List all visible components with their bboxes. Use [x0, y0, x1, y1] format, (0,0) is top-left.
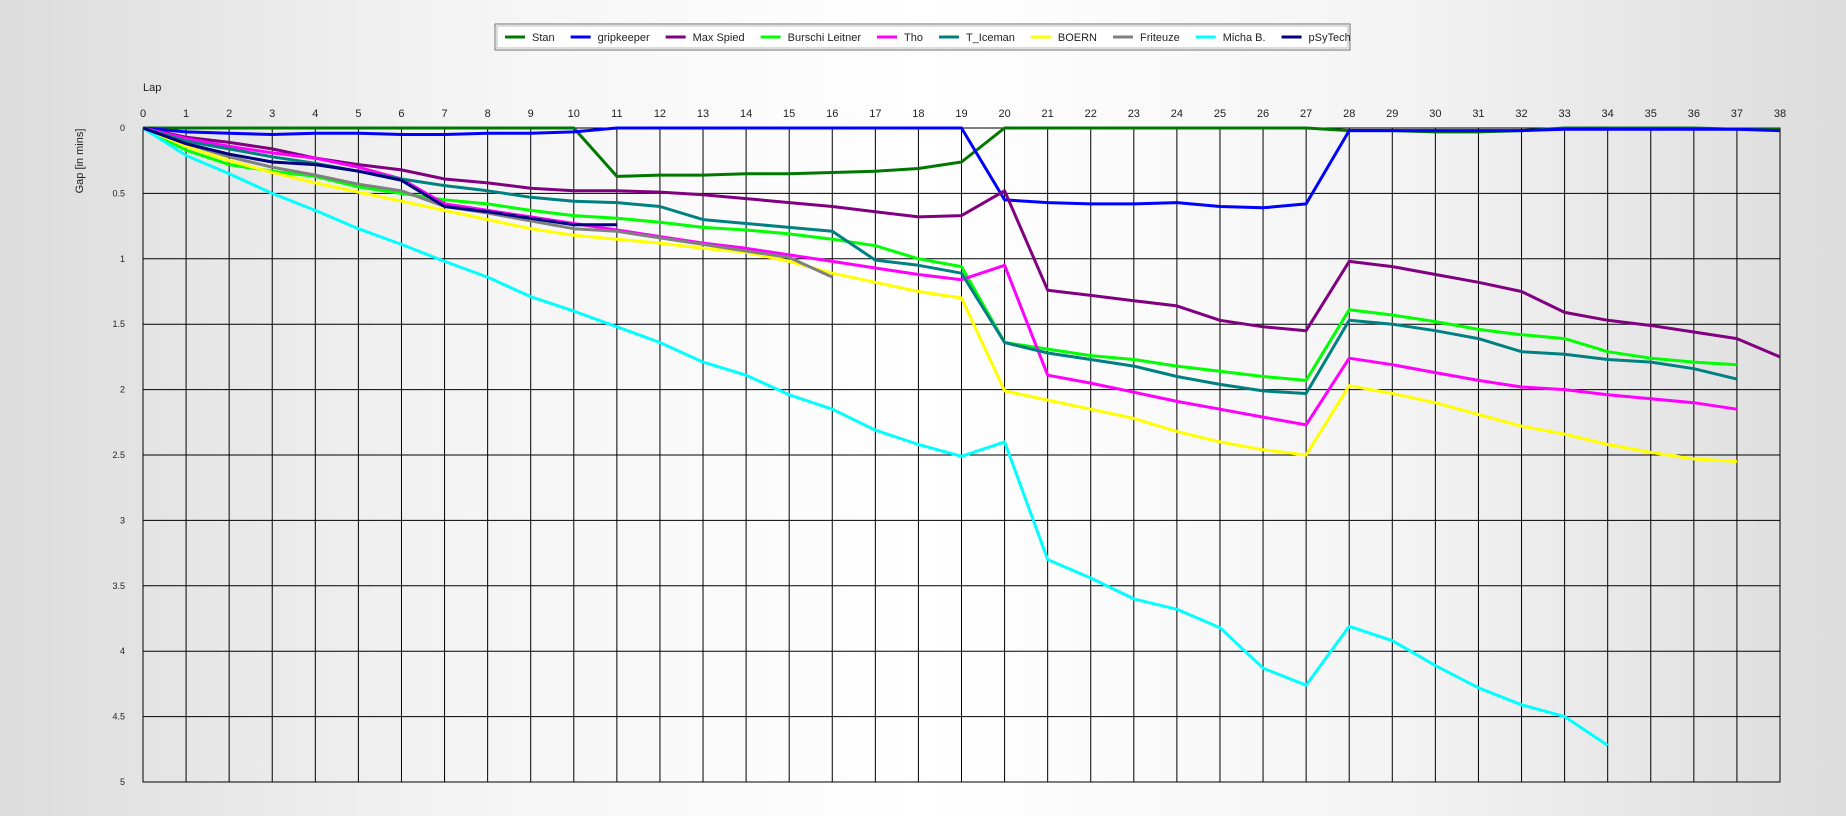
legend-label: Stan	[532, 32, 555, 44]
legend-label: Friteuze	[1140, 32, 1180, 44]
x-tick-label: 17	[869, 108, 881, 120]
x-tick-label: 28	[1343, 108, 1355, 120]
x-tick-label: 16	[826, 108, 838, 120]
x-tick-label: 14	[740, 108, 752, 120]
x-tick-label: 33	[1558, 108, 1570, 120]
y-tick-label: 2.5	[112, 450, 125, 460]
y-axis-title: Gap [in mins]	[74, 129, 86, 194]
legend-label: pSyTech	[1309, 32, 1351, 44]
x-tick-label: 38	[1774, 108, 1786, 120]
x-tick-label: 19	[955, 108, 967, 120]
legend-label: BOERN	[1058, 32, 1097, 44]
series-line-tho	[142, 126, 1738, 427]
y-tick-label: 2	[120, 385, 125, 395]
x-tick-label: 9	[528, 108, 534, 120]
x-tick-label: 25	[1214, 108, 1226, 120]
x-tick-label: 20	[998, 108, 1010, 120]
x-tick-label: 30	[1429, 108, 1441, 120]
y-tick-label: 5	[120, 777, 125, 787]
y-tick-label: 4	[120, 646, 125, 656]
x-tick-label: 27	[1300, 108, 1312, 120]
legend-label: Burschi Leitner	[788, 32, 862, 44]
x-tick-label: 37	[1731, 108, 1743, 120]
x-tick-label: 3	[269, 108, 275, 120]
x-tick-label: 11	[611, 108, 622, 120]
y-tick-label: 1	[120, 254, 125, 264]
y-tick-label: 4.5	[112, 712, 125, 722]
x-tick-label: 23	[1128, 108, 1140, 120]
x-tick-label: 7	[441, 108, 447, 120]
legend-label: Tho	[904, 32, 923, 44]
x-tick-label: 5	[355, 108, 361, 120]
x-tick-label: 0	[140, 108, 146, 120]
x-tick-label: 24	[1171, 108, 1183, 120]
x-tick-label: 22	[1085, 108, 1097, 120]
x-tick-label: 31	[1472, 108, 1484, 120]
x-tick-label: 1	[183, 108, 189, 120]
x-tick-label: 18	[912, 108, 924, 120]
x-tick-label: 34	[1602, 108, 1614, 120]
x-tick-label: 15	[783, 108, 795, 120]
lap-gap-chart: Stan gripkeeper Max Spied Burschi Leitner Th…	[74, 23, 1786, 787]
y-tick-label: 3	[120, 515, 125, 525]
x-tick-label: 21	[1042, 108, 1054, 120]
legend-label: Max Spied	[693, 32, 745, 44]
y-tick-label: 0.5	[112, 188, 125, 198]
x-tick-label: 29	[1386, 108, 1398, 120]
legend-label: gripkeeper	[598, 32, 650, 44]
x-tick-label: 12	[654, 108, 666, 120]
series-line-boern	[142, 126, 1737, 463]
x-tick-label: 8	[485, 108, 491, 120]
axis-ticks: 0 1 2 3 4 5 6 7 8 9 10 11 12 13 14 15 16 17 18 19 20 21 22 23 24…	[112, 108, 1786, 787]
y-tick-label: 3.5	[112, 581, 125, 591]
legend: Stan gripkeeper Max Spied Burschi Leitner Th…	[494, 23, 1351, 51]
legend-label: Micha B.	[1223, 32, 1266, 44]
legend-label: T_Iceman	[966, 32, 1015, 44]
x-tick-label: 10	[568, 108, 580, 120]
x-axis-title: Lap	[143, 82, 161, 94]
x-tick-label: 32	[1515, 108, 1527, 120]
x-tick-label: 26	[1257, 108, 1269, 120]
x-tick-label: 2	[226, 108, 232, 120]
x-tick-label: 6	[398, 108, 404, 120]
x-tick-label: 35	[1645, 108, 1657, 120]
y-tick-label: 1.5	[112, 319, 125, 329]
x-tick-label: 4	[312, 108, 318, 120]
y-tick-label: 0	[120, 123, 125, 133]
x-tick-label: 36	[1688, 108, 1700, 120]
x-tick-label: 13	[697, 108, 709, 120]
